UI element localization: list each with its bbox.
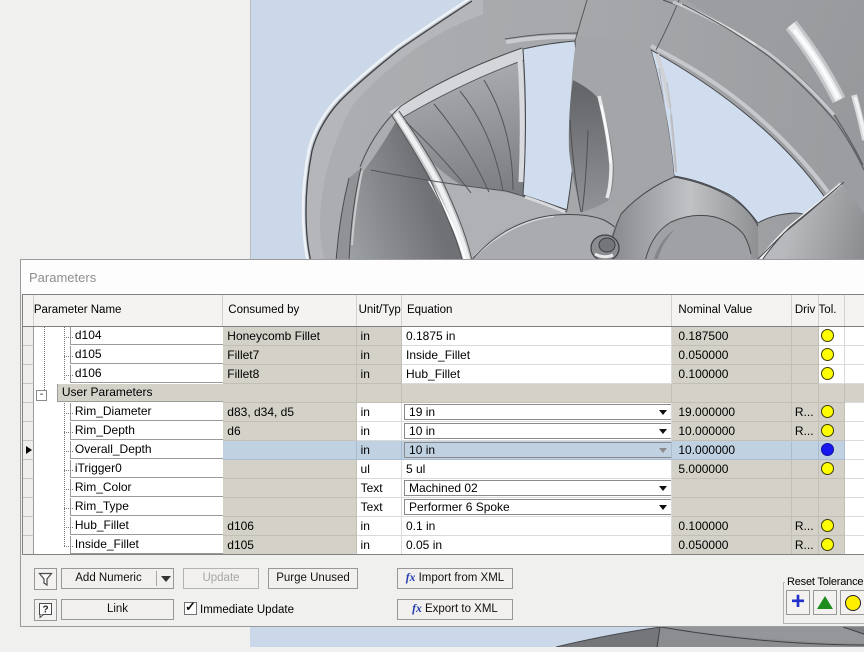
svg-text:?: ? — [42, 605, 48, 616]
